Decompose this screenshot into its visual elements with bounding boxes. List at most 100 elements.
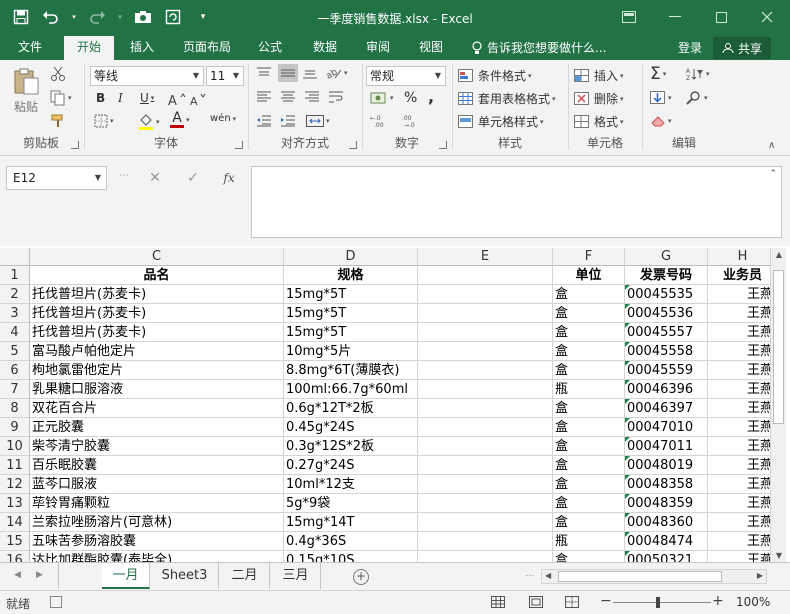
vertical-scrollbar[interactable]: ▲ ▼ xyxy=(770,248,786,562)
table-cell[interactable] xyxy=(418,418,553,437)
table-cell[interactable]: 富马酸卢帕他定片 xyxy=(30,342,284,361)
table-cell[interactable] xyxy=(418,304,553,323)
confirm-entry-icon[interactable]: ✓ xyxy=(178,166,208,190)
table-cell[interactable] xyxy=(418,361,553,380)
table-cell[interactable]: 瓶 xyxy=(553,532,625,551)
header-cell[interactable]: 单位 xyxy=(553,266,625,285)
format-painter-button[interactable] xyxy=(50,113,66,129)
table-cell[interactable]: 盒 xyxy=(553,304,625,323)
select-all-corner[interactable] xyxy=(0,248,30,266)
table-cell[interactable]: 百乐眠胶囊 xyxy=(30,456,284,475)
row-header[interactable]: 11 xyxy=(0,456,30,475)
table-cell[interactable]: 盒 xyxy=(553,551,625,562)
table-cell[interactable]: 00048019 xyxy=(625,456,708,475)
prev-sheet-icon[interactable]: ◀ xyxy=(14,570,21,580)
zoom-slider-thumb[interactable] xyxy=(656,597,660,608)
header-cell[interactable]: 业务员 xyxy=(708,266,770,285)
table-cell[interactable]: 0.45g*24S xyxy=(284,418,418,437)
row-header[interactable]: 2 xyxy=(0,285,30,304)
table-cell[interactable]: 王燕 xyxy=(708,399,770,418)
table-cell[interactable]: 00048474 xyxy=(625,532,708,551)
table-cell[interactable]: 00046397 xyxy=(625,399,708,418)
table-cell[interactable]: 0.6g*12T*2板 xyxy=(284,399,418,418)
decrease-indent-button[interactable] xyxy=(256,114,272,128)
table-cell[interactable]: 王燕 xyxy=(708,494,770,513)
table-cell[interactable]: 王燕 xyxy=(708,475,770,494)
clear-button[interactable]: ▾ xyxy=(650,114,672,128)
table-cell[interactable]: 15mg*5T xyxy=(284,285,418,304)
table-cell[interactable] xyxy=(418,456,553,475)
table-cell[interactable]: 荜铃胃痛颗粒 xyxy=(30,494,284,513)
table-cell[interactable]: 00048358 xyxy=(625,475,708,494)
table-cell[interactable]: 盒 xyxy=(553,494,625,513)
table-cell[interactable]: 盒 xyxy=(553,437,625,456)
ribbon-display-icon[interactable] xyxy=(606,0,652,34)
column-header-f[interactable]: F xyxy=(553,248,625,266)
table-cell[interactable]: 10mg*5片 xyxy=(284,342,418,361)
table-cell[interactable]: 盒 xyxy=(553,323,625,342)
copy-button[interactable]: ▾ xyxy=(50,90,72,106)
sheet-tab-mar[interactable]: 三月 xyxy=(271,563,321,589)
table-cell[interactable]: 盒 xyxy=(553,513,625,532)
table-cell[interactable] xyxy=(418,380,553,399)
table-cell[interactable]: 0.3g*12S*2板 xyxy=(284,437,418,456)
scroll-up-icon[interactable]: ▲ xyxy=(771,250,787,259)
align-bottom-button[interactable] xyxy=(302,66,318,80)
table-cell[interactable]: 枸地氯雷他定片 xyxy=(30,361,284,380)
header-cell[interactable]: 品名 xyxy=(30,266,284,285)
normal-view-icon[interactable] xyxy=(489,594,507,610)
table-cell[interactable]: 盒 xyxy=(553,361,625,380)
table-cell[interactable]: 兰索拉唑肠溶片(可意林) xyxy=(30,513,284,532)
font-launcher[interactable] xyxy=(235,141,243,149)
table-cell[interactable] xyxy=(418,513,553,532)
close-icon[interactable] xyxy=(744,0,790,34)
tell-me-box[interactable]: 告诉我您想要做什么... xyxy=(471,39,606,56)
scroll-down-icon[interactable]: ▼ xyxy=(771,551,787,560)
row-header[interactable]: 6 xyxy=(0,361,30,380)
comma-button[interactable]: , xyxy=(428,87,434,106)
horizontal-scrollbar[interactable]: ◀ ▶ xyxy=(541,569,767,584)
autosum-button[interactable]: Σ ▾ xyxy=(650,64,666,84)
table-cell[interactable]: 王燕 xyxy=(708,380,770,399)
name-box[interactable]: E12 ▼ xyxy=(6,166,107,190)
table-cell[interactable] xyxy=(418,475,553,494)
tab-view[interactable]: 视图 xyxy=(411,36,451,60)
increase-decimal-button[interactable]: ←.0.00 xyxy=(370,114,392,128)
row-header[interactable]: 14 xyxy=(0,513,30,532)
table-cell[interactable] xyxy=(418,399,553,418)
table-cell[interactable]: 15mg*14T xyxy=(284,513,418,532)
bold-button[interactable]: B xyxy=(96,91,105,105)
table-cell[interactable]: 王燕 xyxy=(708,285,770,304)
sheet-tab-sheet3[interactable]: Sheet3 xyxy=(151,563,219,589)
table-cell[interactable]: 王燕 xyxy=(708,551,770,562)
decrease-decimal-button[interactable]: .00 →.0 xyxy=(402,114,424,128)
tab-home[interactable]: 开始 xyxy=(64,36,114,60)
row-header[interactable]: 1 xyxy=(0,266,30,285)
cell-styles-button[interactable]: 单元格样式 ▾ xyxy=(458,113,544,130)
collapse-formula-icon[interactable]: ⌃ xyxy=(769,169,777,179)
table-cell[interactable]: 0.27g*24S xyxy=(284,456,418,475)
row-header[interactable]: 5 xyxy=(0,342,30,361)
table-cell[interactable]: 00050321 xyxy=(625,551,708,562)
tab-data[interactable]: 数据 xyxy=(303,36,347,60)
italic-button[interactable]: I xyxy=(118,91,123,105)
table-cell[interactable]: 5g*9袋 xyxy=(284,494,418,513)
row-header[interactable]: 13 xyxy=(0,494,30,513)
add-sheet-icon[interactable]: + xyxy=(353,569,369,585)
tab-formulas[interactable]: 公式 xyxy=(250,36,290,60)
table-cell[interactable] xyxy=(418,285,553,304)
row-header[interactable]: 10 xyxy=(0,437,30,456)
increase-indent-button[interactable] xyxy=(280,114,296,128)
table-cell[interactable]: 15mg*5T xyxy=(284,304,418,323)
align-middle-button[interactable] xyxy=(278,64,298,82)
table-cell[interactable]: 盒 xyxy=(553,399,625,418)
table-cell[interactable]: 双花百合片 xyxy=(30,399,284,418)
format-cells-button[interactable]: 格式 ▾ xyxy=(574,113,624,130)
formula-input[interactable]: ⌃ xyxy=(251,166,782,238)
vertical-scroll-thumb[interactable] xyxy=(773,270,784,424)
table-cell[interactable]: 00047010 xyxy=(625,418,708,437)
page-layout-view-icon[interactable] xyxy=(527,594,545,610)
table-cell[interactable]: 柴芩清宁胶囊 xyxy=(30,437,284,456)
insert-cells-button[interactable]: 插入 ▾ xyxy=(574,67,624,84)
row-header[interactable]: 15 xyxy=(0,532,30,551)
